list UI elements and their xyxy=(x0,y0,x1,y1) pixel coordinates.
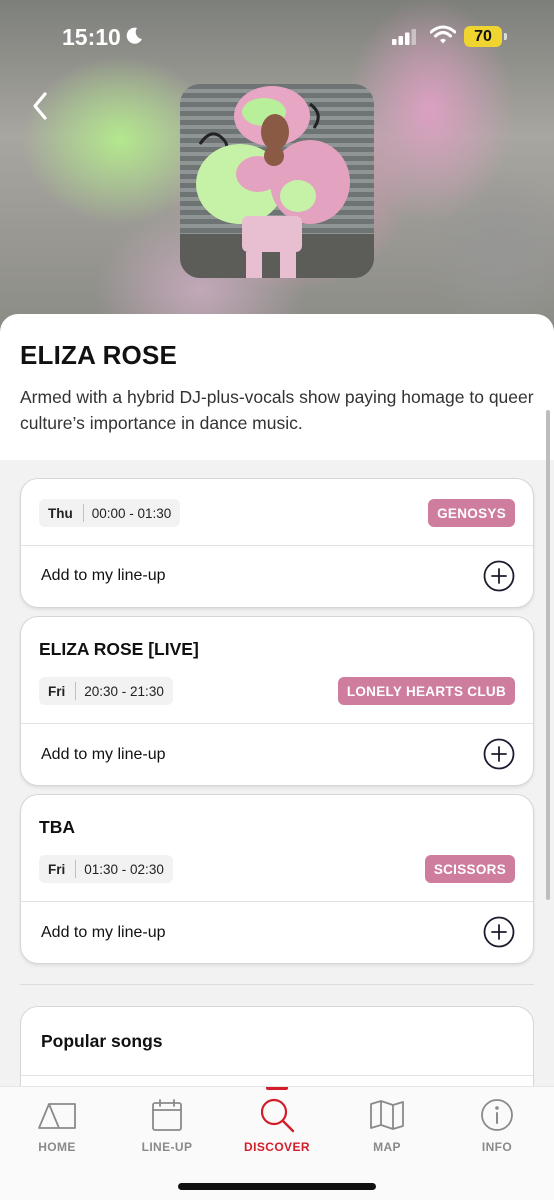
home-indicator[interactable] xyxy=(178,1183,376,1190)
tab-label: DISCOVER xyxy=(244,1140,310,1154)
add-to-lineup-label[interactable]: Add to my line-up xyxy=(41,567,166,585)
tab-map[interactable]: MAP xyxy=(332,1087,442,1167)
performance-card: Thu 00:00 - 01:30 GENOSYS Add to my line… xyxy=(20,478,534,608)
artist-name: ELIZA ROSE xyxy=(20,340,178,370)
scrollbar[interactable] xyxy=(546,410,550,900)
tab-label: LINE-UP xyxy=(141,1140,193,1154)
performance-day: Fri xyxy=(48,683,66,699)
status-time: 15:10 xyxy=(62,24,121,50)
add-to-lineup-button[interactable] xyxy=(483,560,515,592)
tab-label: INFO xyxy=(481,1140,513,1154)
popular-songs-title: Popular songs xyxy=(41,1031,163,1051)
battery-level: 70 xyxy=(474,27,492,45)
moon-icon xyxy=(126,27,142,44)
performance-day: Thu xyxy=(48,505,73,521)
card-divider xyxy=(21,1075,533,1076)
performance-time-slot: Fri 01:30 - 02:30 xyxy=(39,855,173,883)
performance-card: ELIZA ROSE [LIVE] Fri 20:30 - 21:30 LONE… xyxy=(20,616,534,786)
artist-photo-art xyxy=(180,86,374,278)
tab-home[interactable]: HOME xyxy=(2,1087,112,1167)
info-icon xyxy=(481,1099,513,1131)
tab-label: HOME xyxy=(38,1140,76,1154)
chevron-left-icon xyxy=(33,92,47,120)
add-to-lineup-button[interactable] xyxy=(483,738,515,770)
map-icon xyxy=(370,1100,404,1130)
tab-line-up[interactable]: LINE-UP xyxy=(112,1087,222,1167)
performance-time-slot: Fri 20:30 - 21:30 xyxy=(39,677,173,705)
performance-title: ELIZA ROSE [LIVE] xyxy=(39,639,199,659)
stage-badge[interactable]: SCISSORS xyxy=(424,855,515,883)
card-divider xyxy=(21,901,533,902)
tab-discover[interactable]: DISCOVER xyxy=(222,1087,332,1167)
artist-bio: Armed with a hybrid DJ-plus-vocals show … xyxy=(20,387,534,433)
performance-hours: 00:00 - 01:30 xyxy=(91,505,172,521)
performance-hours: 01:30 - 02:30 xyxy=(84,861,164,877)
card-divider xyxy=(21,545,533,546)
section-divider xyxy=(20,984,534,985)
add-to-lineup-label[interactable]: Add to my line-up xyxy=(41,746,166,764)
stage-badge[interactable]: GENOSYS xyxy=(428,499,515,527)
calendar-icon xyxy=(152,1099,182,1131)
artist-hero-background: 15:10 70 xyxy=(0,0,554,340)
performance-hours: 20:30 - 21:30 xyxy=(84,683,164,699)
performance-time-slot: Thu 00:00 - 01:30 xyxy=(39,499,181,527)
tab-info[interactable]: INFO xyxy=(442,1087,552,1167)
performance-day: Fri xyxy=(48,861,66,877)
artist-info-sheet: ELIZA ROSE Armed with a hybrid DJ-plus-v… xyxy=(0,314,554,460)
performance-card: TBA Fri 01:30 - 02:30 SCISSORS Add to my… xyxy=(20,794,534,964)
add-to-lineup-button[interactable] xyxy=(483,916,515,948)
wifi-icon xyxy=(430,25,456,44)
add-to-lineup-label[interactable]: Add to my line-up xyxy=(41,924,166,942)
card-divider xyxy=(21,723,533,724)
status-bar: 15:10 70 xyxy=(0,0,554,76)
performance-title: TBA xyxy=(39,817,75,837)
tent-icon xyxy=(38,1103,76,1129)
search-icon xyxy=(260,1098,295,1133)
battery-indicator: 70 xyxy=(464,26,507,47)
back-button[interactable] xyxy=(26,88,54,124)
cellular-signal-icon xyxy=(392,29,416,45)
artist-photo xyxy=(180,84,374,278)
tab-label: MAP xyxy=(373,1140,401,1154)
stage-badge[interactable]: LONELY HEARTS CLUB xyxy=(337,677,515,705)
